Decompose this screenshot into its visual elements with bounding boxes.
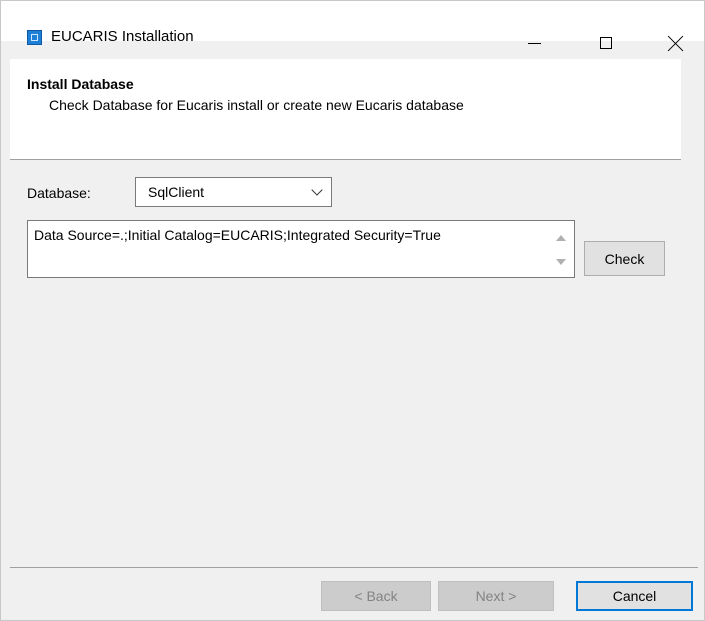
connection-string-text: Data Source=.;Initial Catalog=EUCARIS;In… bbox=[34, 227, 441, 243]
installer-app-icon bbox=[27, 30, 42, 45]
minimize-icon bbox=[527, 42, 541, 44]
installer-window: EUCARIS Installation Install Database Ch… bbox=[0, 0, 705, 621]
database-label: Database: bbox=[27, 185, 91, 201]
page-title: Install Database bbox=[27, 76, 134, 92]
window-title: EUCARIS Installation bbox=[51, 28, 194, 45]
close-button[interactable] bbox=[653, 16, 699, 56]
title-bar[interactable]: EUCARIS Installation bbox=[1, 1, 704, 49]
maximize-icon bbox=[600, 37, 612, 49]
header-divider bbox=[10, 159, 681, 160]
scroll-down-arrow-icon[interactable] bbox=[556, 259, 566, 265]
maximize-button[interactable] bbox=[583, 16, 629, 56]
connection-string-field[interactable]: Data Source=.;Initial Catalog=EUCARIS;In… bbox=[27, 220, 575, 278]
footer-divider bbox=[10, 567, 698, 568]
database-provider-select[interactable]: SqlClient bbox=[135, 177, 332, 207]
cancel-button[interactable]: Cancel bbox=[576, 581, 693, 611]
chevron-down-icon bbox=[311, 184, 323, 196]
check-button[interactable]: Check bbox=[584, 241, 665, 276]
back-button[interactable]: < Back bbox=[321, 581, 431, 611]
close-icon bbox=[668, 35, 684, 51]
scroll-up-arrow-icon[interactable] bbox=[556, 235, 566, 241]
next-button[interactable]: Next > bbox=[438, 581, 554, 611]
minimize-button[interactable] bbox=[511, 16, 557, 56]
database-provider-value: SqlClient bbox=[148, 184, 205, 200]
page-subtitle: Check Database for Eucaris install or cr… bbox=[49, 97, 464, 113]
